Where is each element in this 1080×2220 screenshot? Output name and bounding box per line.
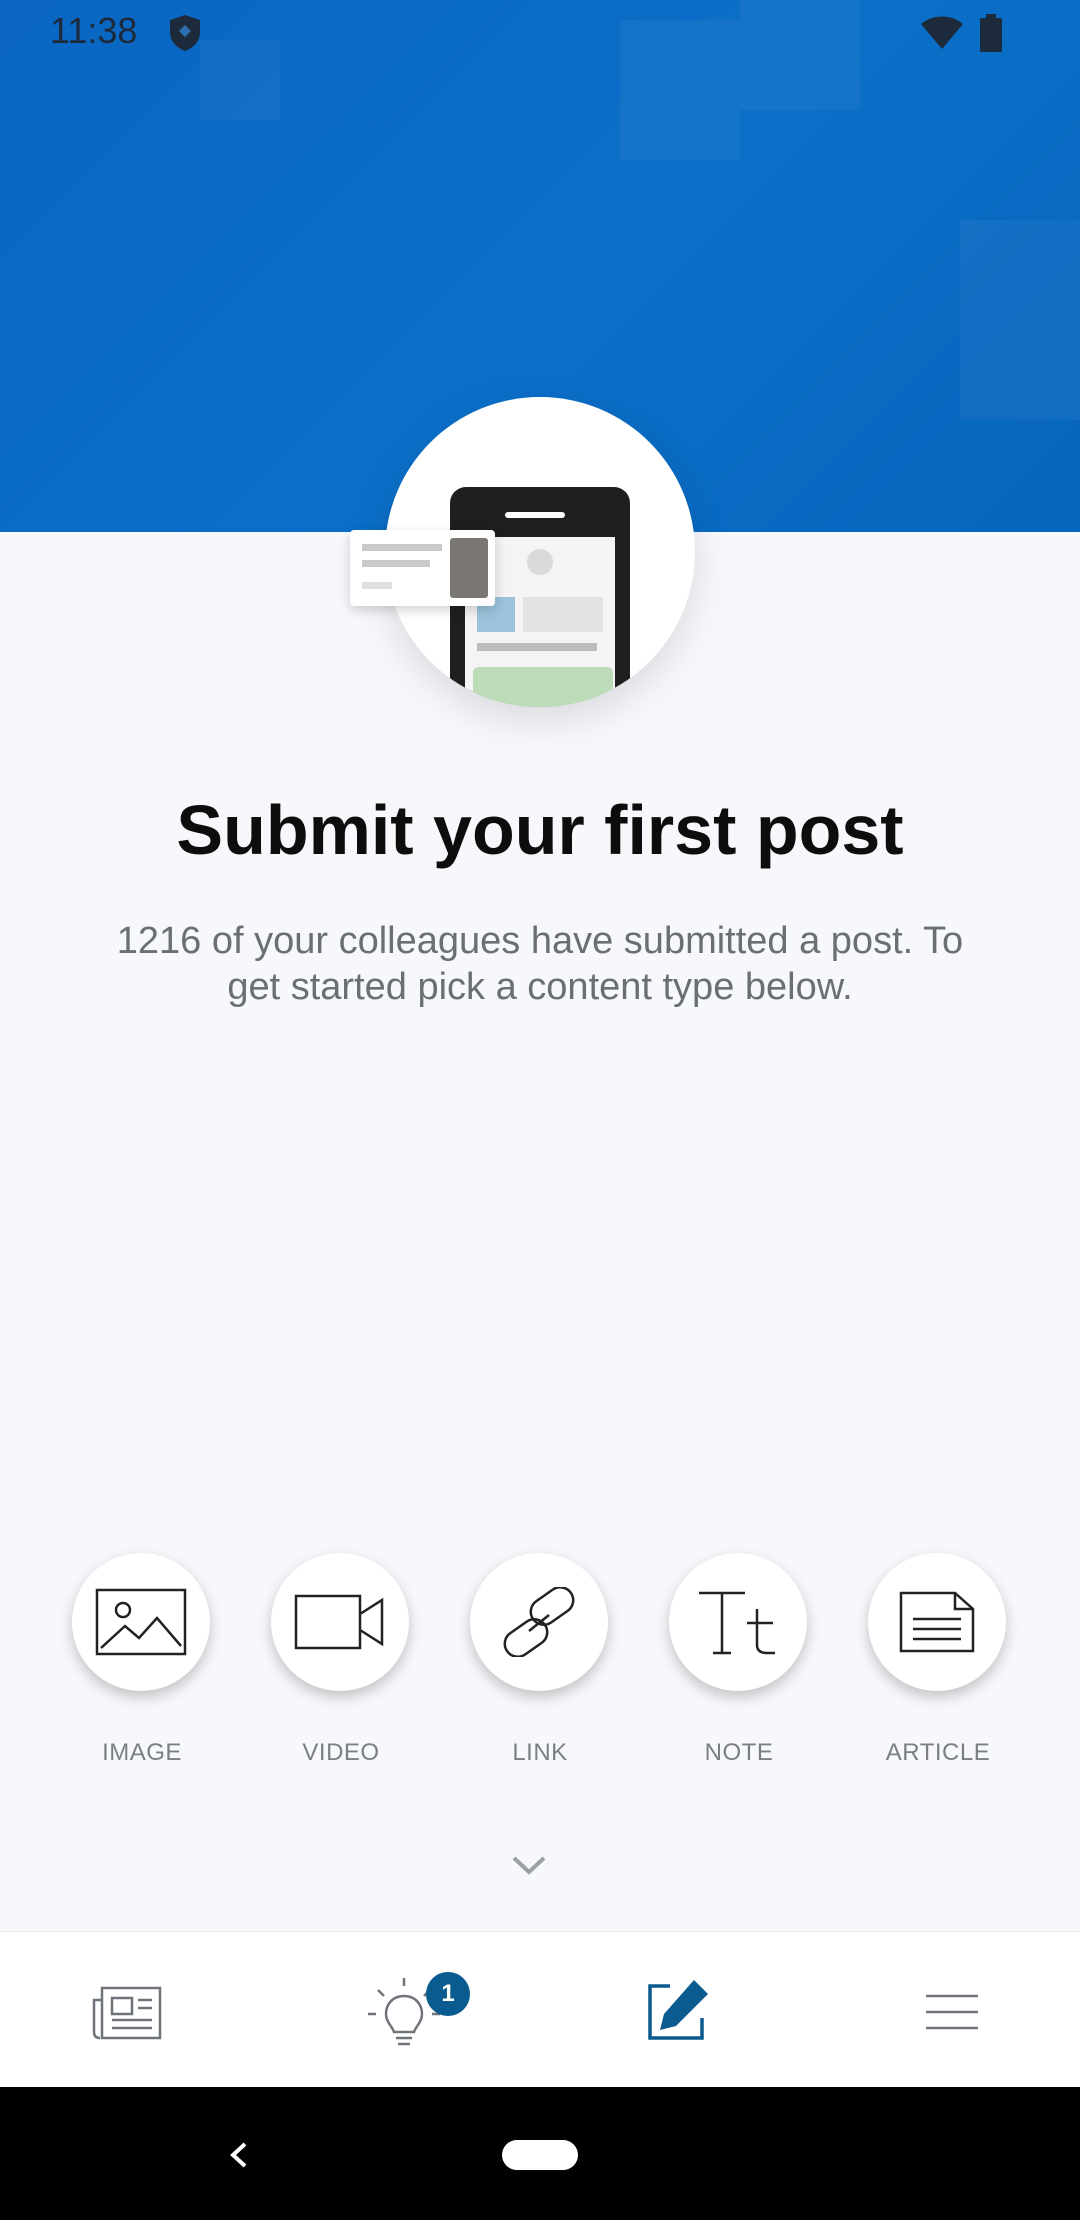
- content-type-label: VIDEO: [302, 1739, 380, 1766]
- compose-icon[interactable]: [636, 1972, 716, 2052]
- article-button[interactable]: [868, 1553, 1006, 1691]
- status-time: 11:38: [50, 10, 138, 51]
- wifi-icon: [921, 16, 963, 49]
- content-type-label: ARTICLE: [885, 1739, 991, 1766]
- page-subtitle: 1216 of your colleagues have submitted a…: [116, 920, 964, 1008]
- page-title: Submit your first post: [176, 791, 904, 869]
- status-bar: 11:38: [0, 0, 1080, 66]
- link-icon: [503, 1587, 575, 1657]
- video-button[interactable]: [271, 1553, 409, 1691]
- content-type-label: NOTE: [704, 1739, 774, 1766]
- content-type-label: LINK: [512, 1739, 568, 1766]
- note-icon: [699, 1591, 775, 1655]
- notification-badge: 1: [426, 1972, 470, 2016]
- note-button[interactable]: [669, 1553, 807, 1691]
- content-type-label: IMAGE: [102, 1739, 182, 1766]
- news-feed-icon[interactable]: [88, 1972, 168, 2052]
- content-type-link[interactable]: LINK: [440, 1553, 640, 1773]
- content-type-image[interactable]: IMAGE: [42, 1553, 242, 1773]
- image-button[interactable]: [72, 1553, 210, 1691]
- bottom-navigation: [0, 1931, 1080, 2088]
- content-type-video[interactable]: VIDEO: [241, 1553, 441, 1773]
- battery-icon: [980, 14, 1002, 52]
- content-type-note[interactable]: NOTE: [639, 1553, 839, 1773]
- preview-card-icon: [350, 530, 495, 606]
- chevron-down-icon[interactable]: [510, 1850, 548, 1880]
- article-icon: [899, 1591, 975, 1653]
- link-button[interactable]: [470, 1553, 608, 1691]
- content-type-article[interactable]: ARTICLE: [838, 1553, 1038, 1773]
- menu-icon[interactable]: [912, 1972, 992, 2052]
- image-icon: [95, 1588, 187, 1656]
- home-button[interactable]: [502, 2140, 578, 2170]
- shield-icon: [170, 15, 200, 51]
- back-icon[interactable]: [225, 2140, 255, 2170]
- video-icon: [294, 1594, 384, 1650]
